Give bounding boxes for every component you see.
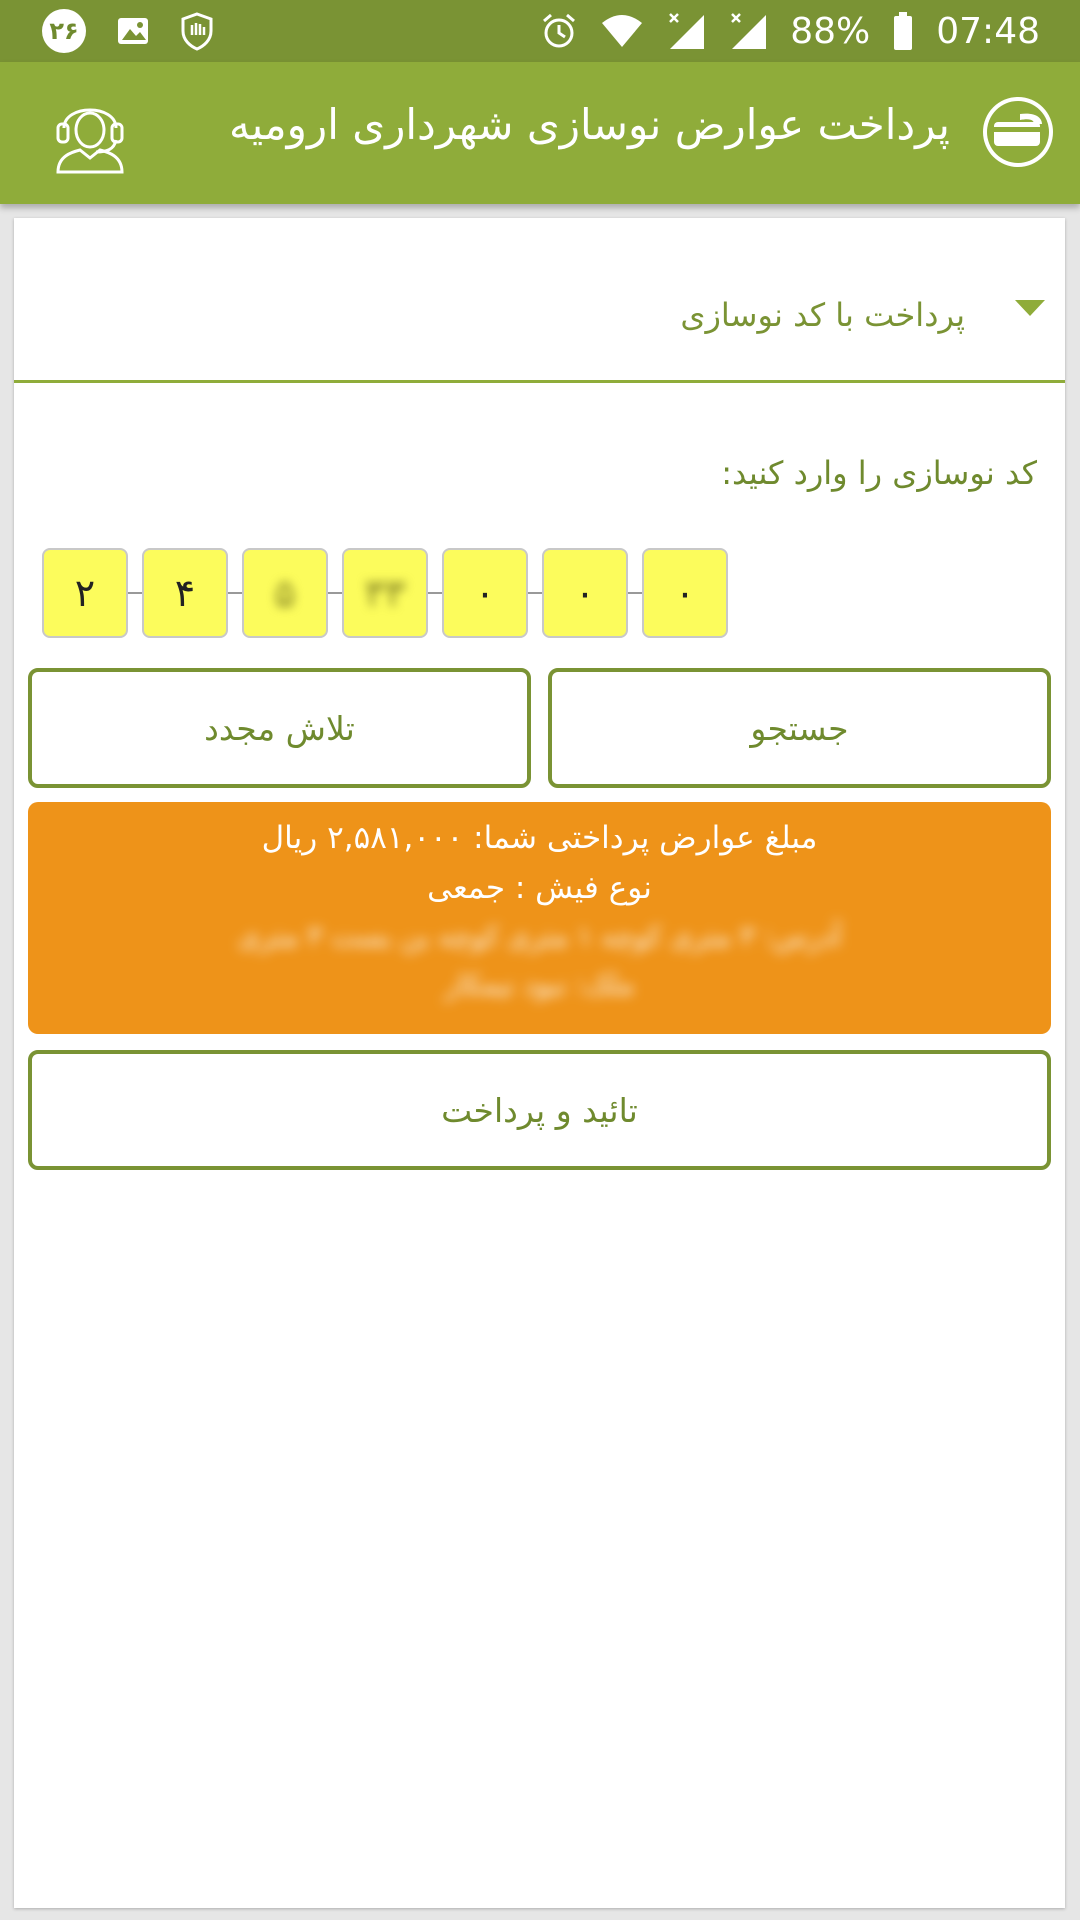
code-digit-3[interactable]: ۵ <box>242 548 328 638</box>
signal-no-sim-2-icon <box>731 13 767 49</box>
support-button[interactable] <box>52 90 128 178</box>
headset-support-icon <box>56 108 124 174</box>
code-digit-3-value: ۵ <box>274 571 296 615</box>
payment-card-logo-icon <box>983 97 1053 167</box>
code-digit-2-value: ۴ <box>174 571 196 615</box>
confirm-and-pay-button[interactable]: تائید و پرداخت <box>28 1050 1051 1170</box>
status-bar-right: 88% 07:48 <box>540 8 1040 54</box>
alarm-icon <box>543 13 576 48</box>
code-digit-5[interactable]: ۰ <box>442 548 528 638</box>
code-separator <box>528 592 542 594</box>
code-digit-1[interactable]: ۲ <box>42 548 128 638</box>
payment-method-selector[interactable]: پرداخت با کد نوسازی <box>14 218 1065 383</box>
app-bar: پرداخت عوارض نوسازی شهرداری ارومیه <box>0 62 1080 204</box>
payment-result-panel: مبلغ عوارض پرداختی شما: ۲,۵۸۱,۰۰۰ ریال ن… <box>28 802 1051 1034</box>
code-separator <box>228 592 242 594</box>
code-digit-7-value: ۰ <box>674 571 696 615</box>
payment-card: پرداخت با کد نوسازی کد نوسازی را وارد کن… <box>14 218 1065 1908</box>
notification-count-badge: ۲۶ <box>42 9 86 53</box>
retry-button[interactable]: تلاش مجدد <box>28 668 531 788</box>
battery-percent: 88% <box>790 10 871 52</box>
code-separator <box>128 592 142 594</box>
code-separator <box>428 592 442 594</box>
code-digit-7[interactable]: ۰ <box>642 548 728 638</box>
wifi-icon <box>602 15 643 47</box>
payment-amount: مبلغ عوارض پرداختی شما: ۲,۵۸۱,۰۰۰ ریال <box>261 820 818 856</box>
code-digit-4[interactable]: ۳۳ <box>342 548 428 638</box>
address-line-1: آدرس: ۳ متری کوچه ۱ متری کوچه بن بست ۳ م… <box>237 920 842 953</box>
status-bar-left: ۲۶ <box>42 8 214 54</box>
app-logo <box>980 94 1056 174</box>
app-title: پرداخت عوارض نوسازی شهرداری ارومیه <box>228 100 950 149</box>
code-digit-1-value: ۲ <box>74 571 96 615</box>
address-line-2: ملک: نبود نیمکار <box>444 968 635 1001</box>
receipt-type: نوع فیش : جمعی <box>427 870 652 906</box>
code-prompt: کد نوسازی را وارد کنید: <box>721 454 1037 492</box>
code-separator <box>328 592 342 594</box>
payment-method-label: پرداخت با کد نوسازی <box>680 296 965 334</box>
image-notification-icon <box>118 18 148 44</box>
battery-icon <box>894 12 913 50</box>
status-bar: ۲۶ 88% 07:48 <box>0 0 1080 62</box>
code-digit-6-value: ۰ <box>574 571 596 615</box>
code-digit-4-value: ۳۳ <box>364 571 406 615</box>
code-digit-6[interactable]: ۰ <box>542 548 628 638</box>
code-digit-2[interactable]: ۴ <box>142 548 228 638</box>
clock: 07:48 <box>936 10 1040 52</box>
triangle-down-icon <box>1015 300 1045 316</box>
code-separator <box>628 592 642 594</box>
shield-hand-notification-icon <box>181 12 213 51</box>
search-button[interactable]: جستجو <box>548 668 1051 788</box>
code-digit-5-value: ۰ <box>474 571 496 615</box>
signal-no-sim-1-icon <box>669 13 705 49</box>
